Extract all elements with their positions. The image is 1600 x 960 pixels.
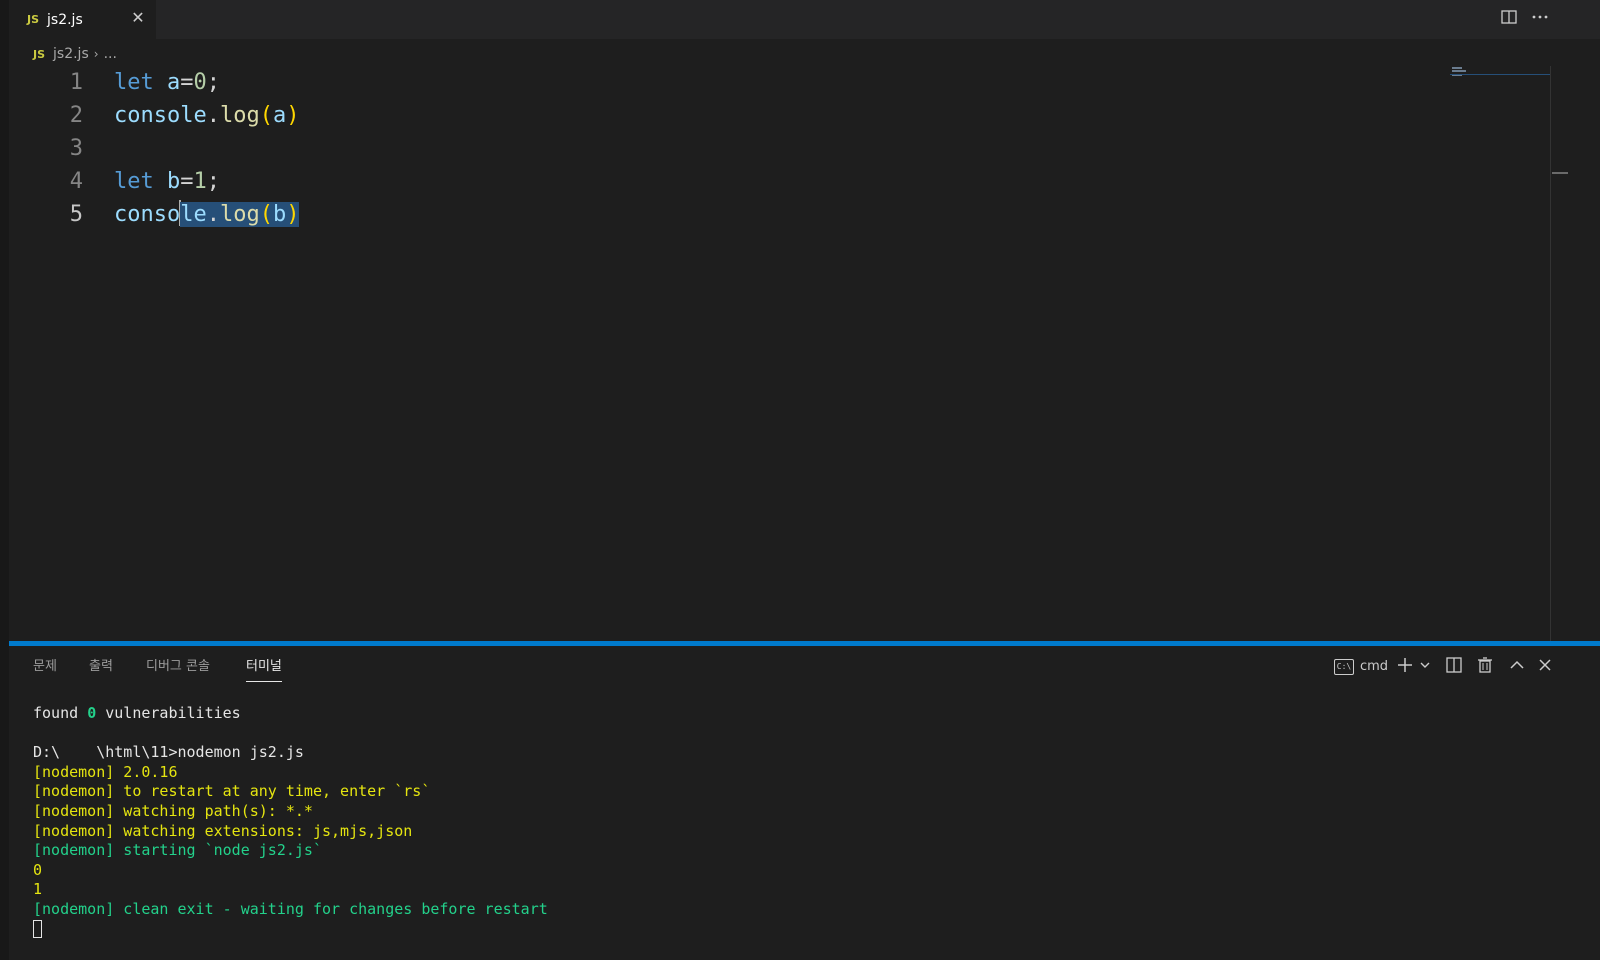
code-text: let a=0; [114, 70, 220, 95]
terminal-shell-selector[interactable]: C:\ cmd [1334, 656, 1388, 678]
code-line[interactable]: 3 [9, 132, 1549, 165]
code-line[interactable]: 2 console.log(a) [9, 99, 1549, 132]
more-actions-icon[interactable] [1529, 8, 1551, 30]
chevron-right-icon: › [93, 47, 99, 61]
terminal-line: 0 [33, 860, 43, 879]
terminal-output[interactable]: found 0 vulnerabilities D:\ \html\11>nod… [33, 704, 548, 939]
breadcrumb-symbols[interactable]: ... [104, 46, 117, 62]
text-selection: le.log(b) [180, 202, 300, 227]
tab-problems[interactable]: 문제 [33, 657, 57, 681]
tab-js2-js[interactable]: JS js2.js ✕ [9, 0, 156, 39]
terminal-line: [nodemon] watching path(s): *.* [33, 801, 313, 820]
close-panel-icon[interactable] [1536, 656, 1554, 678]
maximize-panel-icon[interactable] [1508, 656, 1526, 678]
javascript-file-icon: JS [27, 13, 40, 26]
code-line[interactable]: 5 console.log(b) [9, 198, 1549, 231]
trash-icon[interactable] [1476, 656, 1494, 678]
split-editor-icon[interactable] [1498, 8, 1520, 30]
code-text: let b=1; [114, 169, 220, 194]
code-line[interactable]: 4 let b=1; [9, 165, 1549, 198]
breadcrumb: JS js2.js › ... [33, 44, 117, 64]
editor-scrollbar[interactable] [1550, 66, 1569, 642]
tab-terminal[interactable]: 터미널 [246, 657, 282, 682]
terminal-line: [nodemon] watching extensions: js,mjs,js… [33, 821, 413, 840]
terminal-line: [nodemon] clean exit - waiting for chang… [33, 899, 548, 918]
tab-label: js2.js [47, 11, 83, 28]
terminal-line: [nodemon] to restart at any time, enter … [33, 782, 431, 801]
dropdown-chevron-icon[interactable] [1419, 656, 1431, 678]
breadcrumb-file[interactable]: js2.js [53, 46, 89, 62]
minimap[interactable] [1450, 66, 1550, 78]
code-text: console.log(b) [114, 200, 300, 227]
split-terminal-icon[interactable] [1445, 656, 1463, 678]
add-terminal-icon[interactable] [1396, 656, 1414, 678]
shell-label: cmd [1360, 659, 1389, 674]
activity-strip [0, 0, 9, 960]
line-number: 3 [69, 136, 83, 161]
code-text: console.log(a) [114, 103, 300, 128]
minimap-viewport [1450, 74, 1550, 75]
line-number: 2 [69, 103, 83, 128]
scrollbar-cursor-marker [1552, 172, 1568, 174]
tab-output[interactable]: 출력 [89, 657, 113, 681]
code-editor[interactable]: 1 let a=0; 2 console.log(a) 3 4 let b=1; 5 conso… [9, 66, 1549, 642]
terminal-cursor [33, 919, 42, 938]
line-number: 1 [69, 70, 83, 95]
terminal-line: found 0 vulnerabilities [33, 704, 241, 722]
tab-debug-console[interactable]: 디버그 콘솔 [146, 657, 210, 681]
terminal-line: [nodemon] 2.0.16 [33, 762, 178, 781]
close-icon[interactable]: ✕ [129, 9, 147, 27]
terminal-line: 1 [33, 880, 43, 899]
javascript-file-icon: JS [33, 47, 46, 61]
line-number: 5 [69, 202, 83, 227]
terminal-icon: C:\ [1334, 659, 1354, 675]
line-number: 4 [69, 169, 83, 194]
editor-tab-bar: JS js2.js ✕ [9, 0, 1600, 39]
terminal-line: [nodemon] starting `node js2.js` [33, 841, 322, 860]
terminal-line: D:\ \html\11>nodemon js2.js [33, 743, 304, 762]
code-line[interactable]: 1 let a=0; [9, 66, 1549, 99]
bottom-panel: 문제 출력 디버그 콘솔 터미널 C:\ cmd found 0 vulnera… [9, 646, 1600, 960]
